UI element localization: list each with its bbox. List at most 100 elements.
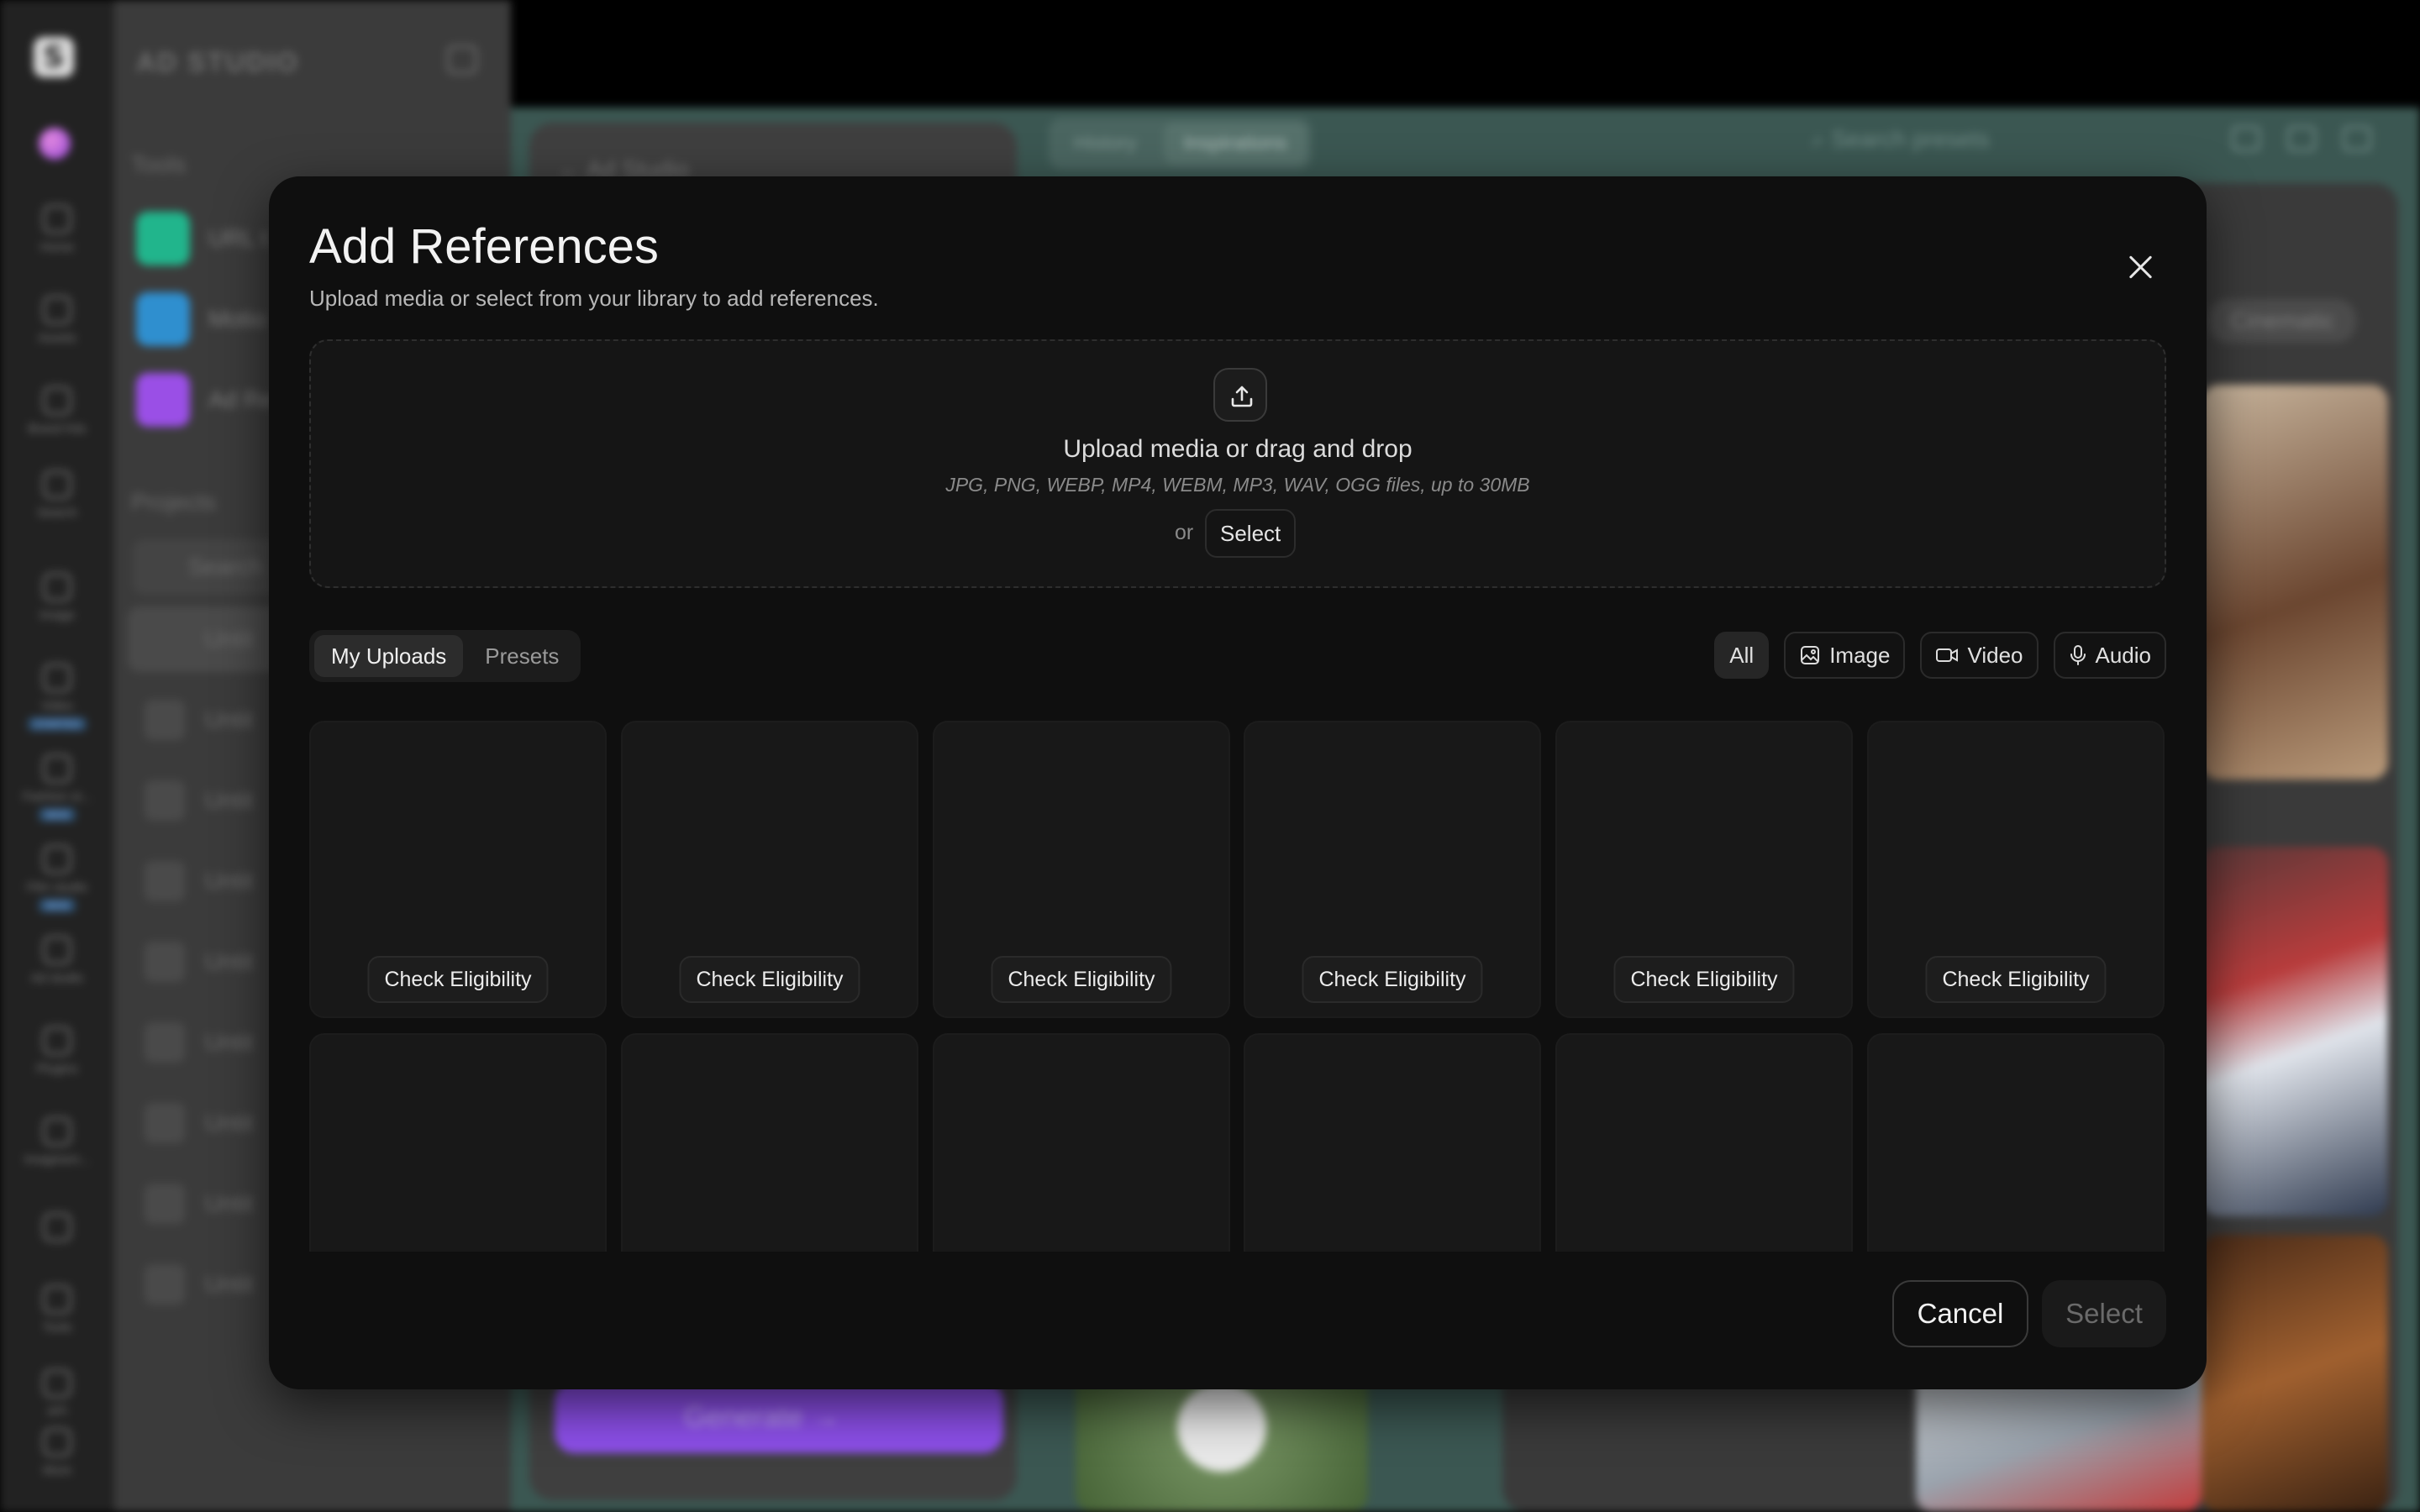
project-label: Untit [205,787,254,813]
tab-presets[interactable]: Presets [468,635,576,677]
source-tabs: My Uploads Presets [309,630,581,682]
rail-item-label: Imaginem... [24,1152,91,1167]
rail-item[interactable]: Fashion st... NEW [0,754,114,822]
project-icon [145,700,185,740]
media-tile[interactable] [621,1033,918,1252]
rail-item-label: Search [37,506,77,520]
filter-video[interactable]: Video [1920,632,2039,679]
media-tile[interactable] [933,1033,1230,1252]
video-icon[interactable] [2287,126,2316,151]
check-eligibility-button[interactable]: Check Eligibility [679,956,860,1003]
rail-item[interactable]: Plugins [0,1026,114,1077]
rail-item[interactable]: Imaginem... [0,1117,114,1168]
more-icon [43,1428,71,1457]
rail-item-label: Tools [42,1320,72,1335]
rail-item[interactable]: Ad studio [0,936,114,986]
media-tile[interactable] [309,1033,607,1252]
dropzone-or: or [1175,521,1194,544]
select-button[interactable]: Select [2042,1280,2166,1347]
filter-audio[interactable]: Audio [2053,632,2166,679]
rail-item[interactable]: API [0,1369,114,1420]
cancel-button[interactable]: Cancel [1892,1280,2028,1347]
imagine-icon [43,1117,71,1146]
media-tile[interactable]: Check Eligibility [621,721,918,1018]
main-tabs: History Inspirations [1049,118,1313,170]
check-eligibility-button[interactable]: Check Eligibility [1925,956,2107,1003]
tools-icon [43,1285,71,1314]
upload-icon[interactable] [1213,368,1267,422]
rail-item[interactable]: Assets [0,296,114,346]
rail-item[interactable]: Video STARTED [0,664,114,732]
rail-item[interactable]: Home [0,205,114,255]
filter-all[interactable]: All [1714,632,1770,679]
rail-item[interactable] [0,1213,114,1248]
tool-item[interactable]: Motio [136,292,266,346]
project-icon [145,1022,185,1063]
media-tile[interactable]: Check Eligibility [1867,721,2165,1018]
rail-item-label: Film studio [26,880,88,895]
rail-item[interactable]: Search [0,470,114,521]
gallery-icon[interactable] [2232,126,2260,151]
check-eligibility-button[interactable]: Check Eligibility [367,956,549,1003]
rail-item[interactable]: More [0,1428,114,1478]
modal-title: Add References [309,219,659,274]
tab-history[interactable]: History [1054,123,1157,165]
modal-subtitle: Upload media or select from your library… [309,286,879,311]
rail-item-badge: NEW [39,899,76,912]
filter-image[interactable]: Image [1784,632,1906,679]
rail-item-label: API [46,1404,68,1419]
dropzone-file-types: JPG, PNG, WEBP, MP4, WEBM, MP3, WAV, OGG… [945,474,1530,496]
media-tile[interactable] [1555,1033,1853,1252]
project-icon [145,861,185,901]
tool-label: Ad Re [208,386,274,412]
media-tile[interactable]: Check Eligibility [933,721,1230,1018]
plugins-icon [43,1026,71,1055]
rail-item[interactable]: Image [0,573,114,623]
nav-rail: S Home Assets Brand Kits Search Image Video ST… [0,0,114,1512]
inspiration-thumb[interactable] [2202,847,2388,1216]
tool-item[interactable]: Ad Re [136,373,274,427]
shuffle-icon[interactable] [2343,126,2371,151]
rail-item-label: Fashion st... [23,790,92,804]
avatar[interactable] [39,128,71,160]
project-icon [145,942,185,982]
rail-item[interactable]: Film studio NEW [0,845,114,913]
filter-audio-label: Audio [2095,642,2152,668]
inspiration-thumb[interactable] [2202,1235,2388,1512]
check-eligibility-button[interactable]: Check Eligibility [991,956,1172,1003]
rail-item-label: Brand Kits [28,422,87,436]
media-tile[interactable]: Check Eligibility [1244,721,1541,1018]
rail-item-badge: STARTED [27,717,87,731]
check-eligibility-button[interactable]: Check Eligibility [1613,956,1795,1003]
preset-search[interactable]: ⌕ Search presets [1812,126,1990,154]
media-tile[interactable]: Check Eligibility [309,721,607,1018]
collapse-panel-icon[interactable] [447,45,477,74]
tab-inspirations[interactable]: Inspirations [1163,123,1307,165]
app-logo: S [34,37,74,77]
image-icon [43,573,71,601]
film-icon [43,845,71,874]
project-label: Untit [205,948,254,974]
rail-item[interactable]: Tools [0,1285,114,1336]
microphone-icon [2070,645,2086,665]
media-tile[interactable] [1244,1033,1541,1252]
style-chip[interactable]: Cinematic [2208,299,2357,343]
close-icon[interactable] [2123,249,2160,286]
rail-item[interactable]: Brand Kits [0,386,114,437]
media-tile[interactable]: Check Eligibility [1555,721,1853,1018]
inspiration-thumb[interactable] [2202,385,2388,780]
generate-button[interactable]: Generate → [555,1381,1003,1453]
add-references-modal: Add References Upload media or select fr… [269,176,2207,1389]
dropzone-select-button[interactable]: Select [1205,509,1297,558]
video-icon [1936,648,1959,662]
upload-dropzone[interactable]: Upload media or drag and drop JPG, PNG, … [309,339,2166,588]
tool-item[interactable]: URL t [136,212,268,265]
tool-label: Motio [208,306,266,332]
tool-icon [136,212,190,265]
check-eligibility-button[interactable]: Check Eligibility [1302,956,1483,1003]
media-grid: Check Eligibility Check Eligibility Check … [309,721,2166,1252]
tab-my-uploads[interactable]: My Uploads [314,635,464,677]
media-tile[interactable] [1867,1033,2165,1252]
project-label: Untit [205,868,254,894]
api-icon [43,1369,71,1398]
